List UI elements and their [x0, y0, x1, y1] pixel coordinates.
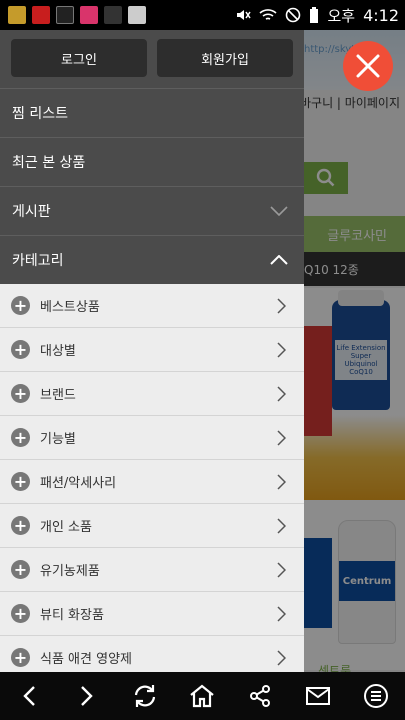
chevron-left-icon — [23, 686, 35, 706]
category-item[interactable]: + 뷰티 화장품 — [0, 592, 304, 636]
clock-time: 4:12 — [363, 5, 399, 25]
plus-icon: + — [11, 340, 30, 359]
category-item[interactable]: + 유기농제품 — [0, 548, 304, 592]
plus-icon: + — [11, 296, 30, 315]
status-bar: 오후 4:12 — [0, 0, 405, 30]
refresh-icon — [134, 685, 155, 707]
mute-icon — [237, 10, 252, 20]
category-item[interactable]: + 베스트상품 — [0, 284, 304, 328]
menu-button[interactable] — [356, 676, 396, 716]
category-label: 식품 애견 영양제 — [40, 652, 132, 667]
menu-item-label: 최근 본 상품 — [12, 155, 86, 171]
category-label: 뷰티 화장품 — [40, 608, 104, 623]
plus-icon: + — [11, 472, 30, 491]
menu-item-category[interactable]: 카테고리 — [0, 235, 304, 284]
chevron-down-icon — [270, 206, 288, 216]
auth-buttons: 로그인 회원가입 — [0, 30, 304, 88]
plus-icon: + — [11, 560, 30, 579]
bottom-nav-bar — [0, 672, 405, 720]
notification-app-icon — [8, 6, 26, 24]
notification-app-icon — [104, 6, 122, 24]
chevron-right-icon — [277, 517, 286, 534]
clock-ampm: 오후 — [327, 6, 356, 25]
chevron-right-icon — [277, 341, 286, 358]
chevron-right-icon — [277, 429, 286, 446]
plus-icon: + — [11, 648, 30, 667]
notification-app-icon — [56, 6, 74, 24]
menu-item-board[interactable]: 게시판 — [0, 186, 304, 235]
notification-app-icon — [32, 6, 50, 24]
category-item[interactable]: + 식품 애견 영양제 — [0, 636, 304, 672]
chevron-right-icon — [277, 385, 286, 402]
battery-icon — [310, 7, 319, 23]
chevron-right-icon — [277, 473, 286, 490]
chevron-right-icon — [277, 561, 286, 578]
category-item[interactable]: + 브랜드 — [0, 372, 304, 416]
chevron-right-icon — [277, 605, 286, 622]
plus-icon: + — [11, 516, 30, 535]
mail-button[interactable] — [298, 676, 338, 716]
close-menu-button[interactable] — [343, 41, 393, 91]
category-label: 개인 소품 — [40, 520, 92, 535]
side-menu-drawer: 로그인 회원가입 찜 리스트 최근 본 상품 게시판 카테고리 + 베스트상품 — [0, 30, 304, 672]
plus-icon: + — [11, 428, 30, 447]
category-item[interactable]: + 기능별 — [0, 416, 304, 460]
refresh-button[interactable] — [125, 676, 165, 716]
category-label: 유기농제품 — [40, 564, 100, 579]
menu-item-label: 찜 리스트 — [12, 106, 68, 122]
chevron-right-icon — [80, 686, 93, 706]
category-list: + 베스트상품 + 대상별 + 브랜드 + 기능별 + 패션/악세사리 + 개인… — [0, 284, 304, 672]
plus-icon: + — [11, 604, 30, 623]
signup-button[interactable]: 회원가입 — [157, 39, 293, 77]
forward-button[interactable] — [67, 676, 107, 716]
category-label: 베스트상품 — [40, 300, 100, 315]
login-button[interactable]: 로그인 — [11, 39, 147, 77]
blocked-icon — [286, 7, 301, 23]
category-label: 브랜드 — [40, 388, 76, 403]
drawer-header: 로그인 회원가입 찜 리스트 최근 본 상품 게시판 카테고리 — [0, 30, 304, 284]
menu-circle-icon — [363, 684, 388, 708]
back-button[interactable] — [9, 676, 49, 716]
home-icon — [190, 684, 215, 708]
menu-item-label: 카테고리 — [12, 253, 64, 269]
menu-item-wishlist[interactable]: 찜 리스트 — [0, 88, 304, 137]
plus-icon: + — [11, 384, 30, 403]
home-button[interactable] — [182, 676, 222, 716]
chevron-right-icon — [277, 297, 286, 314]
share-icon — [250, 685, 271, 707]
category-item[interactable]: + 개인 소품 — [0, 504, 304, 548]
category-label: 기능별 — [40, 432, 76, 447]
close-icon — [356, 54, 380, 78]
notification-app-icon — [80, 6, 98, 24]
category-item[interactable]: + 대상별 — [0, 328, 304, 372]
category-label: 패션/악세사리 — [40, 476, 117, 491]
share-button[interactable] — [240, 676, 280, 716]
chevron-up-icon — [270, 255, 288, 265]
menu-item-label: 게시판 — [12, 204, 51, 220]
wifi-icon — [259, 9, 277, 20]
mail-icon — [306, 687, 331, 705]
category-label: 대상별 — [40, 344, 76, 359]
notification-app-icon — [128, 6, 146, 24]
category-item[interactable]: + 패션/악세사리 — [0, 460, 304, 504]
chevron-right-icon — [277, 649, 286, 666]
menu-item-recent[interactable]: 최근 본 상품 — [0, 137, 304, 186]
